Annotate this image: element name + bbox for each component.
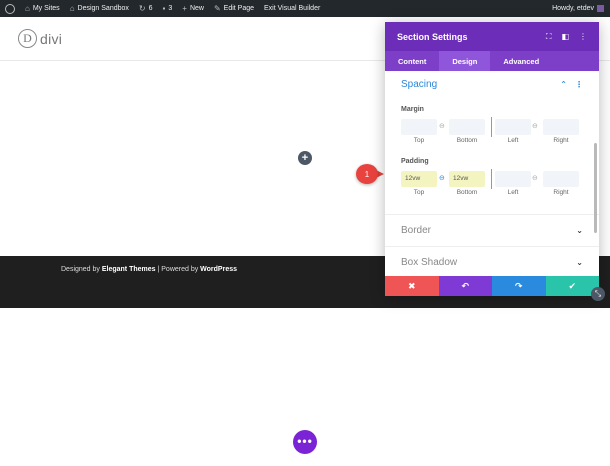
link-icon[interactable]: ⊖ [532, 174, 538, 182]
padding-bottom-input[interactable]: 12vw [449, 171, 485, 187]
margin-label: Margin [401, 106, 424, 113]
site-name-label: Design Sandbox [77, 5, 129, 12]
avatar [597, 5, 604, 12]
footer-separator: | Powered by [155, 266, 201, 273]
footer-wordpress-link[interactable]: WordPress [200, 266, 237, 273]
box-shadow-title: Box Shadow [401, 257, 458, 268]
checkmark-icon: ✔ [568, 280, 577, 291]
updates-menu[interactable]: ↻ 6 [134, 0, 158, 17]
link-icon[interactable]: ⊖ [532, 122, 538, 130]
discard-button[interactable]: ✖ [385, 276, 439, 296]
spacing-title: Spacing [401, 78, 438, 90]
pencil-icon: ✎ [213, 3, 221, 13]
split-view-icon[interactable]: ◧ [561, 32, 569, 42]
resize-icon: ⤡ [594, 289, 602, 298]
account-menu[interactable]: Howdy, etdev [552, 5, 610, 12]
divider [491, 117, 492, 137]
footer-brand-link[interactable]: Elegant Themes [102, 266, 156, 273]
section-settings-modal: Section Settings ⛶ ◧ ⋮ Content Design Ad… [385, 22, 599, 296]
more-options-icon[interactable]: ⋮ [579, 32, 587, 42]
border-toggle[interactable]: Border ⌄ [385, 214, 599, 246]
sites-icon: ⌂ [25, 3, 30, 13]
spacing-toggle[interactable]: Spacing ⌃ ⋮ [385, 71, 599, 97]
wp-logo-menu[interactable] [0, 0, 20, 17]
margin-right-input[interactable] [543, 119, 579, 135]
resize-handle[interactable]: ⤡ [591, 287, 605, 301]
link-icon[interactable]: ⊖ [439, 174, 445, 182]
wordpress-icon [5, 3, 15, 14]
tab-content[interactable]: Content [385, 51, 439, 71]
modal-header-icons: ⛶ ◧ ⋮ [546, 32, 587, 42]
undo-button[interactable]: ↶ [438, 276, 492, 296]
plus-icon: + [301, 152, 309, 164]
add-module-button[interactable]: + [298, 151, 312, 165]
modal-tabs: Content Design Advanced [385, 51, 599, 71]
margin-bottom-input[interactable] [449, 119, 485, 135]
howdy-label: Howdy, etdev [552, 5, 594, 12]
caption-left: Left [507, 137, 519, 144]
link-icon[interactable]: ⊖ [439, 122, 445, 130]
new-menu[interactable]: + New [177, 0, 209, 17]
caption-left: Left [507, 189, 519, 196]
modal-footer: ✖ ↶ ↷ ✔ [385, 276, 599, 296]
logo-text: divi [40, 30, 63, 47]
my-sites-label: My Sites [32, 5, 60, 12]
admin-bar: ⌂ My Sites ⌂ Design Sandbox ↻ 6 ▪ 3 + New ✎ Ed… [0, 0, 610, 17]
callout-badge: 1 [356, 164, 378, 184]
edit-page-link[interactable]: ✎ Edit Page [209, 0, 259, 17]
margin-top-input[interactable] [401, 119, 437, 135]
exit-builder-link[interactable]: Exit Visual Builder [259, 0, 325, 17]
plus-icon: + [182, 3, 187, 13]
caption-right: Right [553, 137, 569, 144]
padding-top-input[interactable]: 12vw [401, 171, 437, 187]
undo-icon: ↶ [461, 280, 470, 291]
padding-left-input[interactable] [495, 171, 531, 187]
logo-mark: D [18, 29, 37, 48]
caption-right: Right [553, 189, 569, 196]
margin-left-input[interactable] [495, 119, 531, 135]
tab-design[interactable]: Design [439, 51, 491, 71]
close-icon: ✖ [407, 280, 416, 291]
comments-count: 3 [168, 5, 173, 12]
footer-credits: Designed by Elegant Themes | Powered by … [61, 266, 237, 273]
updates-icon: ↻ [138, 3, 146, 13]
more-icon: ••• [297, 434, 313, 448]
divider [491, 169, 492, 189]
exit-builder-label: Exit Visual Builder [264, 5, 321, 12]
more-options-icon[interactable]: ⋮ [575, 80, 583, 89]
site-name-menu[interactable]: ⌂ Design Sandbox [65, 0, 134, 17]
comment-icon: ▪ [162, 3, 166, 13]
caption-bottom: Bottom [456, 189, 478, 196]
new-label: New [189, 5, 204, 12]
padding-label: Padding [401, 158, 429, 165]
border-title: Border [401, 225, 432, 236]
tab-advanced[interactable]: Advanced [490, 51, 552, 71]
updates-count: 6 [148, 5, 153, 12]
chevron-up-icon[interactable]: ⌃ [560, 80, 567, 89]
modal-scrollbar[interactable] [594, 143, 597, 233]
home-icon: ⌂ [69, 3, 75, 13]
modal-body: Spacing ⌃ ⋮ Margin ⊖ ⊖ Top Bottom Left Ri… [385, 71, 599, 276]
caption-top: Top [413, 189, 425, 196]
edit-page-label: Edit Page [223, 5, 255, 12]
page-settings-button[interactable]: ••• [293, 430, 317, 454]
modal-title: Section Settings [397, 31, 468, 42]
caption-bottom: Bottom [456, 137, 478, 144]
expand-icon[interactable]: ⛶ [546, 32, 552, 42]
chevron-down-icon: ⌄ [576, 258, 583, 267]
chevron-down-icon: ⌄ [576, 226, 583, 235]
box-shadow-toggle[interactable]: Box Shadow ⌄ [385, 246, 599, 278]
padding-right-input[interactable] [543, 171, 579, 187]
footer-designed-by: Designed by [61, 266, 102, 273]
comments-menu[interactable]: ▪ 3 [158, 0, 178, 17]
site-logo[interactable]: D divi [18, 29, 62, 48]
redo-button[interactable]: ↷ [492, 276, 546, 296]
modal-header: Section Settings ⛶ ◧ ⋮ [385, 22, 599, 51]
caption-top: Top [413, 137, 425, 144]
my-sites-menu[interactable]: ⌂ My Sites [20, 0, 65, 17]
redo-icon: ↷ [514, 280, 523, 291]
